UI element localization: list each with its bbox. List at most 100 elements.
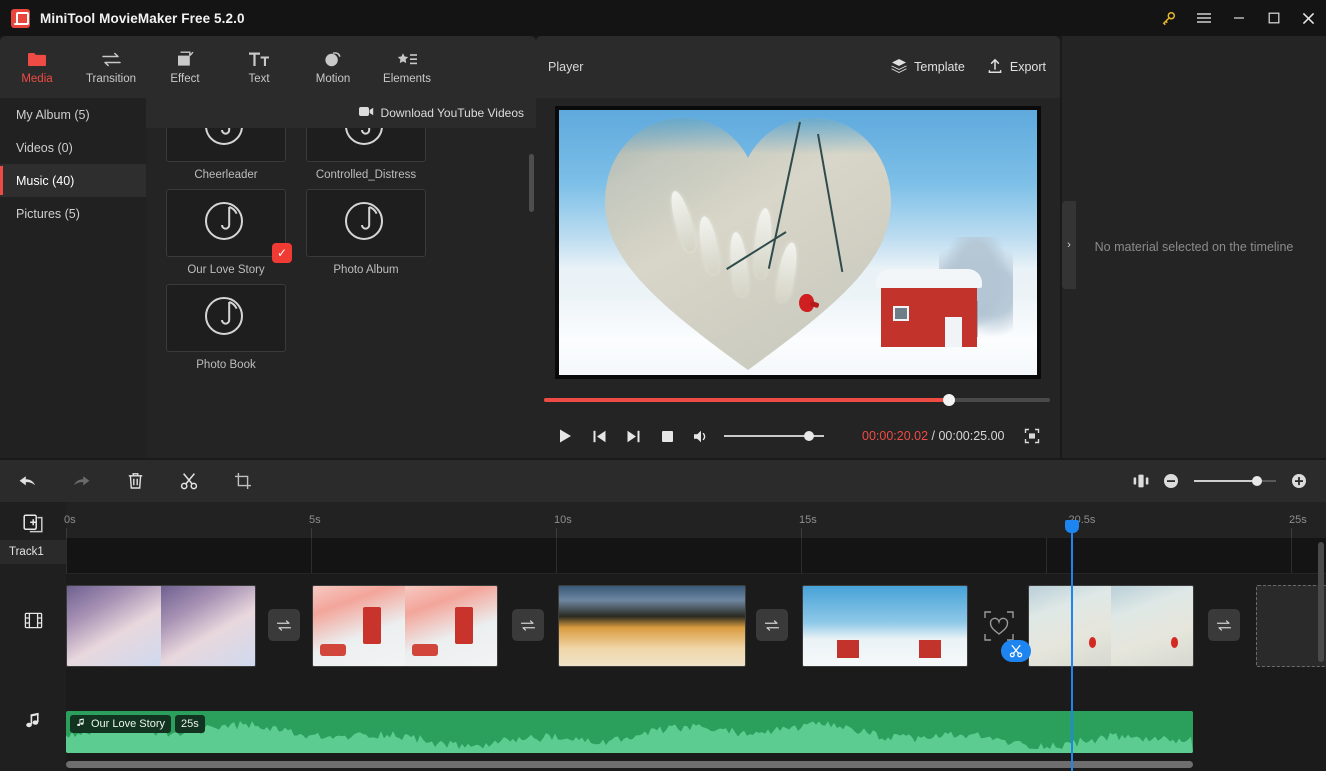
audio-clip[interactable]: Our Love Story 25s [66, 711, 1193, 753]
media-thumbnail[interactable]: ✓ [166, 189, 286, 257]
speaker-icon[interactable] [684, 419, 718, 453]
barn-door [945, 317, 962, 347]
ruler-tick-mark [66, 528, 67, 538]
trash-icon[interactable] [108, 460, 162, 502]
clip-snow-bokeh[interactable] [66, 585, 256, 667]
transition-slot-3[interactable] [756, 609, 788, 641]
clip-thumb-right [652, 586, 745, 666]
key-icon[interactable] [1151, 0, 1186, 36]
media-thumbnail[interactable] [166, 128, 286, 162]
reed [774, 241, 800, 303]
media-item-label: Controlled_Distress [306, 169, 426, 181]
media-grid: Cheerleader Controlled_Distress [146, 128, 536, 458]
timeline-horizontal-scrollbar[interactable] [66, 761, 1193, 768]
clip-sunset-path[interactable] [558, 585, 746, 667]
music-note-circle-icon [198, 288, 254, 349]
template-button[interactable]: Template [891, 58, 965, 77]
volume-slider[interactable] [724, 429, 824, 443]
tool-text[interactable]: Text [222, 36, 296, 98]
media-thumbnail[interactable] [306, 189, 426, 257]
audio-clip-name-tag: Our Love Story [70, 715, 171, 733]
media-item-controlled-distress[interactable]: Controlled_Distress [306, 128, 426, 181]
template-label: Template [914, 60, 965, 74]
timeline-ruler[interactable]: 0s5s10s15s20.5s25s [66, 502, 1326, 538]
title-bar: MiniTool MovieMaker Free 5.2.0 [0, 0, 1326, 36]
film-strip-icon[interactable] [20, 607, 46, 633]
seek-knob[interactable] [943, 394, 955, 406]
sidebar-item-label: Pictures (5) [16, 207, 80, 221]
export-button[interactable]: Export [987, 58, 1046, 77]
add-track-icon[interactable] [20, 512, 46, 536]
redo-arrow-icon[interactable] [54, 460, 108, 502]
grid-line [311, 538, 312, 573]
volume-knob[interactable] [804, 431, 814, 441]
grid-line [556, 538, 557, 573]
library-vertical-scrollbar[interactable] [529, 154, 534, 212]
tool-elements[interactable]: Elements [370, 36, 444, 98]
media-thumbnail[interactable] [166, 284, 286, 352]
media-thumbnail[interactable] [306, 128, 426, 162]
crop-icon[interactable] [216, 460, 270, 502]
split-clip-button[interactable] [1001, 640, 1031, 662]
empty-drop-slot[interactable] [1256, 585, 1326, 667]
timeline-header-column: Track1 [0, 502, 66, 771]
branch [817, 134, 843, 272]
clip-thumb-left [67, 586, 161, 666]
player-seekbar[interactable] [536, 398, 1042, 402]
selected-check-icon[interactable]: ✓ [272, 243, 292, 263]
timeline-vertical-scrollbar[interactable] [1318, 542, 1324, 662]
ruler-tick-label: 0s [64, 514, 76, 526]
sidebar-item-music[interactable]: Music (40) [0, 164, 146, 197]
tool-effect[interactable]: Effect [148, 36, 222, 98]
media-item-photo-book[interactable]: Photo Book [166, 284, 286, 371]
media-item-cheerleader[interactable]: Cheerleader [166, 128, 286, 181]
undo-arrow-icon[interactable] [0, 460, 54, 502]
ruler-tick-mark [1291, 528, 1292, 538]
barn-window [893, 306, 909, 321]
layers-square-icon [176, 49, 195, 69]
transition-slot-1[interactable] [268, 609, 300, 641]
media-item-our-love-story[interactable]: ✓ Our Love Story [166, 189, 286, 276]
minimize-icon[interactable] [1221, 0, 1256, 36]
music-note-circle-icon [198, 193, 254, 254]
stop-icon[interactable] [650, 419, 684, 453]
window-controls [1151, 0, 1326, 36]
clip-red-lantern[interactable] [312, 585, 498, 667]
preview-canvas[interactable] [555, 106, 1041, 379]
tool-motion[interactable]: Motion [296, 36, 370, 98]
play-icon[interactable] [548, 419, 582, 453]
transition-slot-5[interactable] [1208, 609, 1240, 641]
grid-line [66, 538, 67, 573]
download-youtube-videos-button[interactable]: Download YouTube Videos [146, 98, 536, 128]
clip-red-barn[interactable] [802, 585, 968, 667]
skip-back-icon[interactable] [582, 419, 616, 453]
close-icon[interactable] [1291, 0, 1326, 36]
transition-slot-2[interactable] [512, 609, 544, 641]
timeline-zoom-slider[interactable] [1194, 473, 1276, 489]
scissors-icon[interactable] [162, 460, 216, 502]
sidebar-item-pictures[interactable]: Pictures (5) [0, 197, 146, 230]
tool-transition[interactable]: Transition [74, 36, 148, 98]
timeline-playhead[interactable] [1071, 520, 1073, 771]
media-item-photo-album[interactable]: Photo Album [306, 189, 426, 276]
tool-effect-label: Effect [170, 73, 199, 85]
skip-forward-icon[interactable] [616, 419, 650, 453]
tool-media[interactable]: Media [0, 36, 74, 98]
media-item-label: Photo Book [166, 359, 286, 371]
text-tt-icon [248, 49, 270, 69]
zoom-out-circle-icon[interactable] [1156, 466, 1186, 496]
reed [667, 189, 699, 253]
zoom-in-circle-icon[interactable] [1284, 466, 1314, 496]
fullscreen-icon[interactable] [1019, 423, 1045, 449]
clip-frosty-reeds[interactable] [1028, 585, 1194, 667]
sidebar-item-my-album[interactable]: My Album (5) [0, 98, 146, 131]
chevron-right-icon[interactable]: › [1062, 201, 1076, 289]
hamburger-menu-icon[interactable] [1186, 0, 1221, 36]
fit-timeline-icon[interactable] [1126, 466, 1156, 496]
clip-thumb-right [885, 586, 967, 666]
maximize-icon[interactable] [1256, 0, 1291, 36]
zoom-knob[interactable] [1252, 476, 1262, 486]
clip-thumb-right [1111, 586, 1193, 666]
music-note-icon[interactable] [20, 707, 46, 733]
sidebar-item-videos[interactable]: Videos (0) [0, 131, 146, 164]
